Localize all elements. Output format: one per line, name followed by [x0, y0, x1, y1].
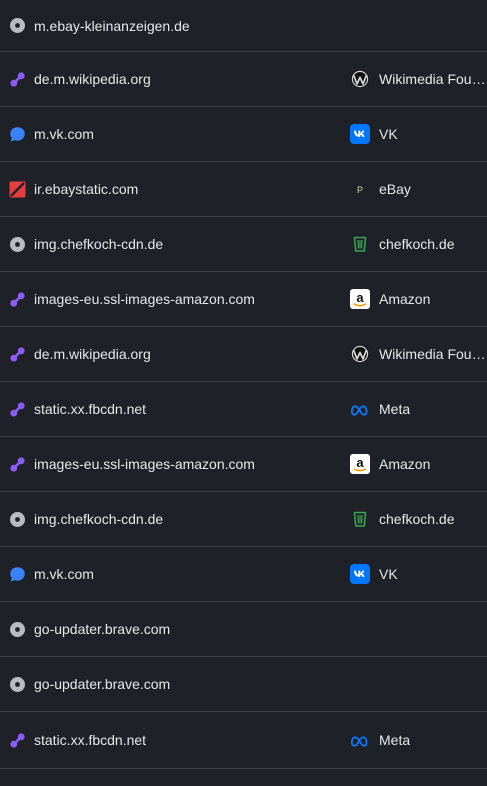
organization-name: Wikimedia Fou… — [379, 71, 486, 87]
domain-name: go-updater.brave.com — [34, 621, 171, 637]
domain-cell: go-updater.brave.com — [9, 657, 170, 711]
vk-icon — [350, 124, 370, 144]
link-purple-icon — [9, 732, 26, 749]
wikimedia-icon — [350, 344, 370, 364]
ebay-icon: P — [350, 179, 370, 199]
tracker-row[interactable]: images-eu.ssl-images-amazon.com a Amazon — [0, 272, 487, 327]
tracker-row[interactable]: img.chefkoch-cdn.de chefkoch.de — [0, 217, 487, 272]
amazon-icon: a — [350, 289, 370, 309]
domain-name: img.chefkoch-cdn.de — [34, 236, 164, 252]
link-purple-icon — [9, 291, 26, 308]
domain-name: images-eu.ssl-images-amazon.com — [34, 291, 255, 307]
tracker-row[interactable]: static.xx.fbcdn.net Meta — [0, 382, 487, 437]
meta-icon — [350, 730, 370, 750]
tracker-row[interactable]: de.m.wikipedia.org Wikimedia Fou… — [0, 327, 487, 382]
domain-name: m.ebay-kleinanzeigen.de — [34, 17, 190, 34]
domain-name: static.xx.fbcdn.net — [34, 732, 147, 748]
organization-cell: a Amazon — [350, 437, 487, 491]
amazon-icon: a — [350, 454, 370, 474]
domain-cell: img.chefkoch-cdn.de — [9, 217, 163, 271]
meta-icon — [350, 399, 370, 419]
domain-name: de.m.wikipedia.org — [34, 346, 151, 362]
tracker-row[interactable]: img.chefkoch-cdn.de chefkoch.de — [0, 492, 487, 547]
organization-cell: VK — [350, 547, 487, 601]
chefkoch-icon — [350, 234, 370, 254]
domain-cell: m.ebay-kleinanzeigen.de — [9, 0, 190, 51]
link-purple-icon — [9, 346, 26, 363]
domain-name: static.xx.fbcdn.net — [34, 401, 147, 417]
link-purple-icon — [9, 401, 26, 418]
organization-name: Amazon — [379, 291, 431, 307]
disc-gray-icon — [9, 621, 26, 638]
organization-name: chefkoch.de — [379, 511, 455, 527]
organization-cell: chefkoch.de — [350, 492, 487, 546]
organization-name: eBay — [379, 181, 411, 197]
organization-name: VK — [379, 126, 398, 142]
domain-cell: m.vk.com — [9, 107, 94, 161]
domain-name: img.chefkoch-cdn.de — [34, 511, 164, 527]
link-purple-icon — [9, 71, 26, 88]
organization-cell: Wikimedia Fou… — [350, 327, 487, 381]
organization-cell: chefkoch.de — [350, 217, 487, 271]
domain-name: m.vk.com — [34, 126, 94, 142]
tracker-row[interactable]: m.vk.com VK — [0, 107, 487, 162]
organization-name: Meta — [379, 732, 411, 748]
svg-text:a: a — [356, 290, 364, 305]
tracker-list: m.ebay-kleinanzeigen.de de.m.wikipedia.or… — [0, 0, 487, 769]
disc-gray-icon — [9, 676, 26, 693]
chefkoch-icon — [350, 509, 370, 529]
domain-cell: static.xx.fbcdn.net — [9, 382, 146, 436]
organization-cell: VK — [350, 107, 487, 161]
tracker-row[interactable]: go-updater.brave.com — [0, 602, 487, 657]
organization-name: Meta — [379, 401, 411, 417]
domain-name: go-updater.brave.com — [34, 676, 171, 692]
tracker-row[interactable]: m.vk.com VK — [0, 547, 487, 602]
domain-cell: static.xx.fbcdn.net — [9, 712, 146, 768]
domain-cell: de.m.wikipedia.org — [9, 52, 151, 106]
vk-icon — [350, 564, 370, 584]
domain-name: m.vk.com — [34, 566, 94, 582]
organization-cell: Meta — [350, 712, 487, 768]
tracker-row[interactable]: m.ebay-kleinanzeigen.de — [0, 0, 487, 52]
tracker-row[interactable]: static.xx.fbcdn.net Meta — [0, 712, 487, 769]
tracker-row[interactable]: images-eu.ssl-images-amazon.com a Amazon — [0, 437, 487, 492]
domain-cell: ir.ebaystatic.com — [9, 162, 138, 216]
domain-cell: m.vk.com — [9, 547, 94, 601]
organization-name: Wikimedia Fou… — [379, 346, 486, 362]
domain-cell: images-eu.ssl-images-amazon.com — [9, 437, 255, 491]
organization-name: chefkoch.de — [379, 236, 455, 252]
domain-cell: go-updater.brave.com — [9, 602, 170, 656]
domain-name: ir.ebaystatic.com — [34, 181, 139, 197]
organization-cell: Wikimedia Fou… — [350, 52, 487, 106]
svg-text:P: P — [357, 185, 363, 195]
tracker-row[interactable]: go-updater.brave.com — [0, 657, 487, 712]
organization-name: VK — [379, 566, 398, 582]
organization-cell: PeBay — [350, 162, 487, 216]
disc-gray-icon — [9, 511, 26, 528]
organization-name: Amazon — [379, 456, 431, 472]
svg-text:a: a — [356, 455, 364, 470]
organization-cell: a Amazon — [350, 272, 487, 326]
disc-gray-icon — [9, 236, 26, 253]
tracker-row[interactable]: de.m.wikipedia.org Wikimedia Fou… — [0, 52, 487, 107]
chat-blue-icon — [9, 126, 26, 143]
slash-red-icon — [9, 181, 26, 198]
chat-blue-icon — [9, 566, 26, 583]
disc-gray-icon — [9, 17, 26, 34]
link-purple-icon — [9, 456, 26, 473]
domain-name: images-eu.ssl-images-amazon.com — [34, 456, 255, 472]
organization-cell: Meta — [350, 382, 487, 436]
domain-cell: images-eu.ssl-images-amazon.com — [9, 272, 255, 326]
wikimedia-icon — [350, 69, 370, 89]
domain-cell: img.chefkoch-cdn.de — [9, 492, 163, 546]
tracker-row[interactable]: ir.ebaystatic.com PeBay — [0, 162, 487, 217]
domain-cell: de.m.wikipedia.org — [9, 327, 151, 381]
domain-name: de.m.wikipedia.org — [34, 71, 151, 87]
